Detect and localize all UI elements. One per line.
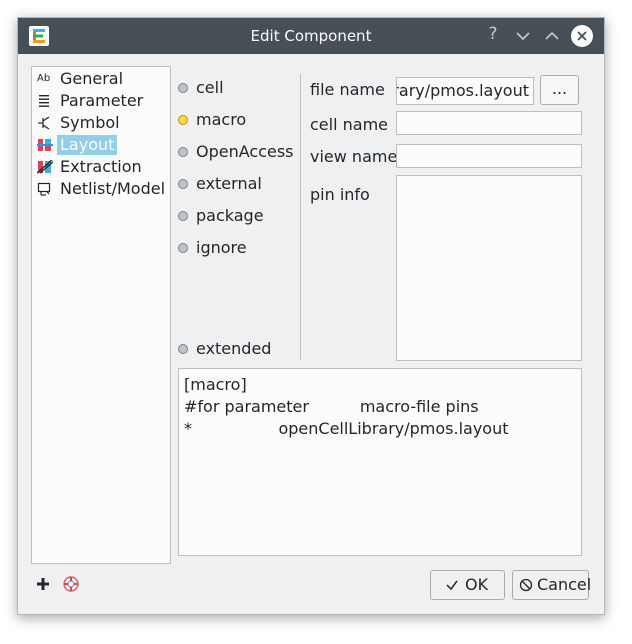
nav-item-netlist-model[interactable]: Netlist/Model: [35, 179, 170, 199]
file-name-value: openCellLibrary/pmos.layout: [397, 81, 529, 100]
cell-name-input[interactable]: [396, 111, 582, 135]
macro-text-line: #for parameter macro-file pins: [184, 397, 479, 416]
help-button[interactable]: ?: [483, 24, 503, 44]
category-list[interactable]: Ab General Parameter Symbol Layout Extra…: [31, 66, 171, 564]
extended-toggle[interactable]: extended: [178, 338, 298, 360]
nav-item-label: Netlist/Model: [60, 179, 166, 198]
edit-component-dialog: Edit Component ? Ab General Parameter Sy…: [17, 17, 605, 615]
netlist-model-icon: [37, 182, 53, 196]
title-bar[interactable]: Edit Component ?: [18, 18, 604, 54]
checkmark-icon: [445, 578, 459, 592]
radio-label: package: [196, 206, 264, 225]
vertical-divider: [300, 74, 301, 360]
file-name-input[interactable]: openCellLibrary/pmos.layout: [396, 77, 534, 105]
radio-button-icon: [178, 344, 188, 354]
macro-text-line: [macro]: [184, 375, 247, 394]
radio-ignore[interactable]: ignore: [178, 237, 298, 259]
view-name-input[interactable]: [396, 144, 582, 168]
radio-external[interactable]: external: [178, 173, 298, 195]
add-button[interactable]: [34, 575, 52, 593]
radio-button-checked-icon: [178, 115, 188, 125]
radio-button-icon: [178, 147, 188, 157]
lifebuoy-icon: [63, 576, 79, 592]
plus-icon: [37, 578, 49, 590]
parameter-list-icon: [37, 94, 53, 108]
macro-text-line: * openCellLibrary/pmos.layout: [184, 419, 509, 438]
nav-item-label: Extraction: [60, 157, 142, 176]
nav-item-label: Parameter: [60, 91, 144, 110]
view-name-label: view name: [310, 147, 398, 166]
close-icon: [577, 31, 587, 41]
macro-text-editor[interactable]: [macro] #for parameter macro-file pins *…: [178, 368, 582, 556]
radio-button-icon: [178, 211, 188, 221]
layout-icon: [37, 138, 53, 152]
nav-item-extraction[interactable]: Extraction: [35, 157, 170, 177]
nav-item-general[interactable]: Ab General: [35, 69, 170, 89]
radio-label: external: [196, 174, 262, 193]
cancel-button[interactable]: Cancel: [512, 570, 592, 600]
extraction-icon: [36, 159, 54, 174]
minimize-button[interactable]: [513, 26, 533, 46]
cancel-circle-icon: [519, 578, 533, 592]
radio-button-icon: [178, 179, 188, 189]
radio-label: OpenAccess: [196, 142, 294, 161]
ok-button[interactable]: OK: [430, 570, 505, 600]
nav-item-label: Symbol: [60, 113, 120, 132]
radio-openaccess[interactable]: OpenAccess: [178, 141, 298, 163]
ab-text-icon: Ab: [37, 73, 51, 84]
extended-label: extended: [196, 339, 272, 358]
maximize-button[interactable]: [542, 26, 562, 46]
pin-info-textarea[interactable]: [396, 175, 582, 361]
file-name-label: file name: [310, 80, 385, 99]
help-lifebuoy-button[interactable]: [62, 575, 80, 593]
radio-label: ignore: [196, 238, 247, 257]
chevron-up-icon: [545, 31, 559, 40]
radio-cell[interactable]: cell: [178, 77, 298, 99]
radio-package[interactable]: package: [178, 205, 298, 227]
chevron-down-icon: [516, 32, 530, 41]
cell-name-label: cell name: [310, 115, 388, 134]
nav-item-label: General: [60, 69, 124, 88]
close-button[interactable]: [571, 25, 593, 47]
cancel-label: Cancel: [537, 575, 592, 594]
nav-item-layout[interactable]: Layout: [35, 135, 170, 155]
radio-label: cell: [196, 78, 224, 97]
nav-item-parameter[interactable]: Parameter: [35, 91, 170, 111]
pin-info-label: pin info: [310, 185, 370, 204]
nav-item-symbol[interactable]: Symbol: [35, 113, 170, 133]
radio-macro[interactable]: macro: [178, 109, 298, 131]
radio-label: macro: [196, 110, 247, 129]
browse-file-button[interactable]: ...: [540, 75, 579, 105]
transistor-symbol-icon: [37, 116, 53, 130]
radio-button-icon: [178, 83, 188, 93]
nav-item-label: Layout: [57, 135, 118, 155]
ok-label: OK: [465, 575, 489, 594]
radio-button-icon: [178, 243, 188, 253]
